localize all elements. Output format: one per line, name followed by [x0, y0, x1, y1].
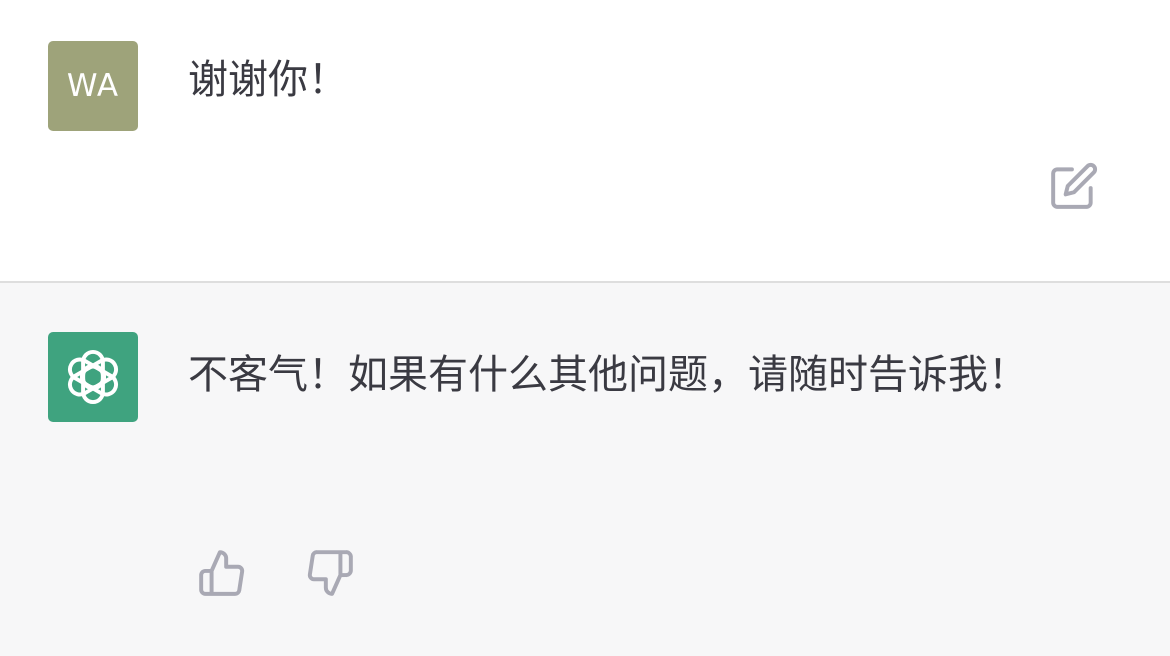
edit-message-button[interactable]: [1046, 158, 1102, 214]
user-message-row: WA 谢谢你！: [0, 0, 1170, 281]
thumbs-up-button[interactable]: [192, 545, 252, 601]
assistant-avatar: [48, 332, 138, 422]
thumbs-up-icon: [199, 550, 245, 596]
edit-icon: [1051, 162, 1098, 209]
assistant-message-row: 不客气！如果有什么其他问题，请随时告诉我！: [0, 283, 1170, 656]
assistant-message-text: 不客气！如果有什么其他问题，请随时告诉我！: [188, 352, 1028, 398]
user-avatar: WA: [48, 41, 138, 131]
thumbs-down-button[interactable]: [300, 545, 360, 601]
user-message-text: 谢谢你！: [188, 57, 348, 103]
thumbs-down-icon: [307, 550, 353, 596]
openai-logo-icon: [67, 349, 119, 405]
user-avatar-initials: WA: [66, 68, 120, 104]
